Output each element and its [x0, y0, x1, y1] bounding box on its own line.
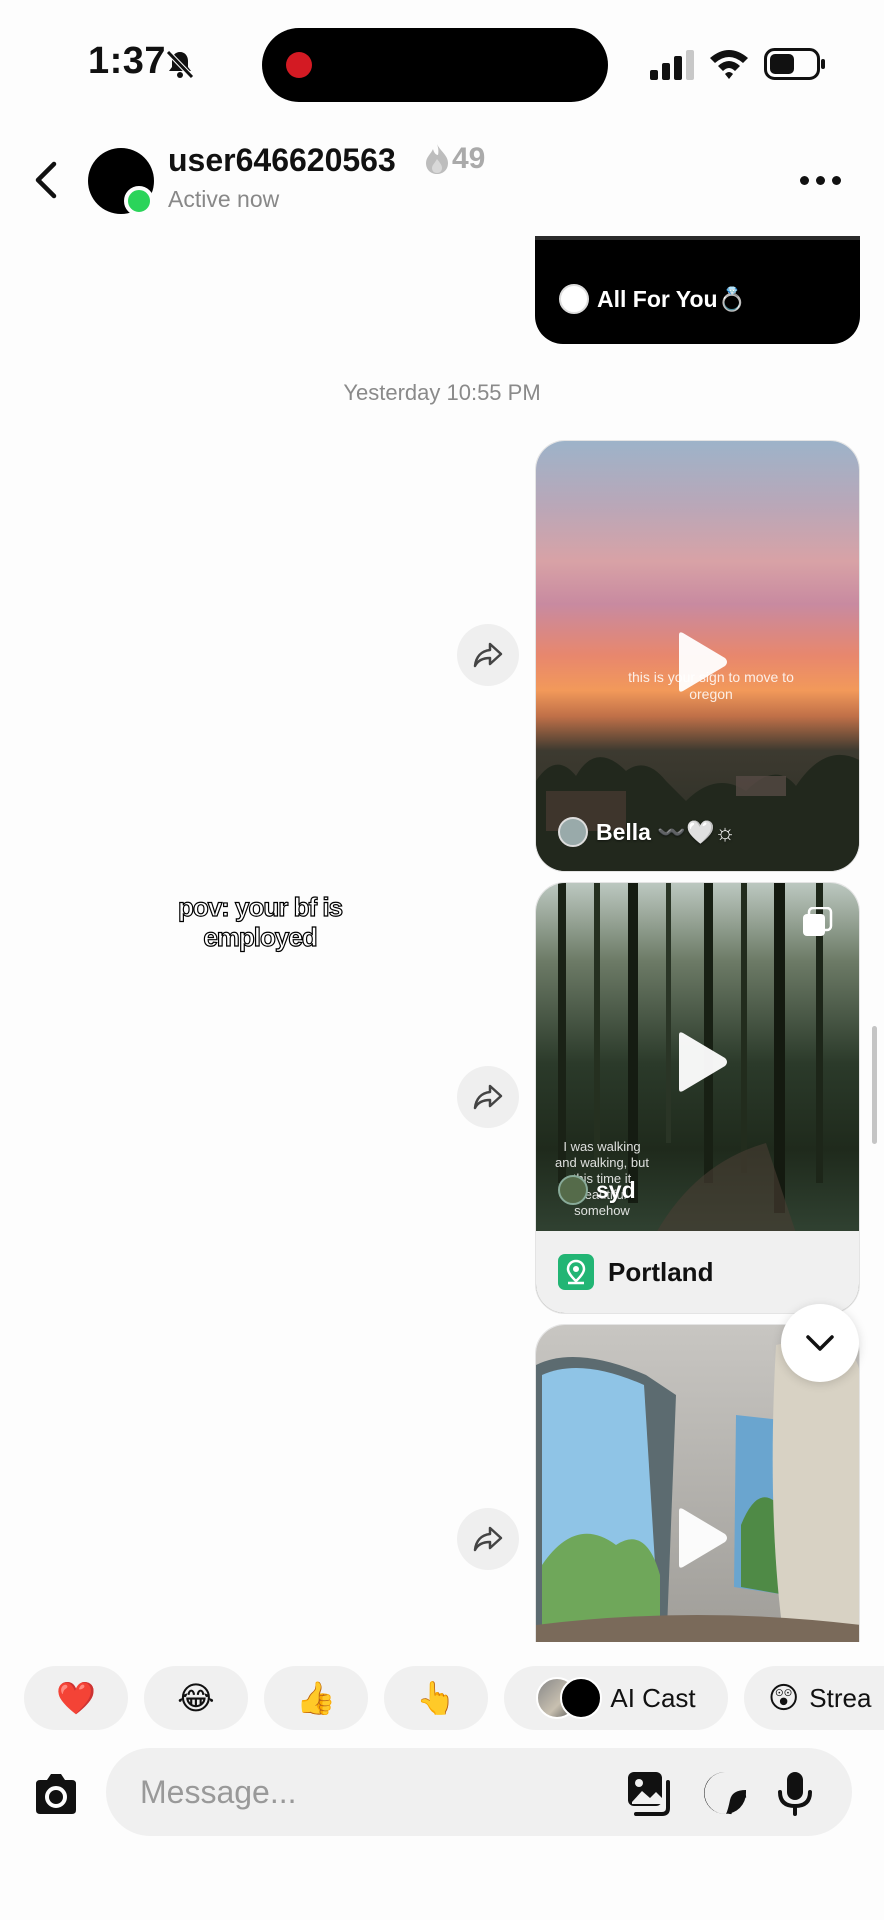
message-timestamp: Yesterday 10:55 PM	[343, 380, 541, 405]
shared-video-card[interactable]: All For You💍	[535, 236, 860, 344]
dynamic-island	[262, 28, 608, 102]
video-author: All For You💍	[559, 284, 746, 314]
reaction-laugh[interactable]: 😂	[144, 1666, 248, 1730]
sticker-text: pov: your bf is employed	[177, 891, 343, 952]
ai-cast-avatars	[536, 1677, 603, 1719]
battery-icon	[764, 48, 825, 80]
play-icon[interactable]	[673, 1031, 729, 1093]
back-arrow-icon[interactable]	[26, 158, 66, 202]
scrollbar[interactable]	[872, 1026, 877, 1144]
share-button[interactable]	[457, 1066, 519, 1128]
ai-cast-chip[interactable]: AI Cast	[504, 1666, 728, 1730]
camera-icon[interactable]	[32, 1770, 80, 1818]
author-avatar	[559, 284, 589, 314]
share-arrow-icon	[473, 1526, 503, 1552]
play-icon[interactable]	[673, 631, 729, 693]
bell-muted-icon	[166, 50, 194, 79]
cellular-signal-icon	[650, 50, 694, 80]
share-arrow-icon	[473, 642, 503, 668]
clock: 1:37	[88, 40, 167, 82]
message-composer	[0, 1748, 884, 1838]
video-author: syd	[558, 1175, 636, 1205]
flame-icon	[426, 144, 448, 174]
trees-silhouette	[536, 754, 859, 871]
contact-username[interactable]: user646620563	[168, 142, 396, 179]
quick-reactions-bar[interactable]: ❤️ 😂 👍 👆 AI Cast 😲 Strea	[0, 1666, 884, 1730]
author-avatar	[558, 817, 588, 847]
chat-header: user646620563 49 Active now	[0, 130, 884, 230]
author-name: syd	[596, 1176, 636, 1203]
share-arrow-icon	[473, 1084, 503, 1110]
video-author: Bella 〰️🤍☼	[558, 817, 736, 847]
shared-video-card[interactable]: I was walking and walking, but this time…	[535, 882, 860, 1314]
status-bar: 1:37	[0, 0, 884, 120]
sticker-icon[interactable]	[702, 1770, 748, 1816]
more-options-icon[interactable]	[800, 170, 850, 190]
chevron-down-icon	[806, 1335, 834, 1351]
message-input[interactable]	[140, 1770, 620, 1814]
shared-video-card[interactable]: this is your sign to move to oregon Bell…	[535, 440, 860, 872]
author-name: All For You💍	[597, 285, 747, 312]
scroll-to-bottom-button[interactable]	[781, 1304, 859, 1382]
reaction-thumbs-up[interactable]: 👍	[264, 1666, 368, 1730]
carousel-icon	[803, 907, 833, 936]
gallery-icon[interactable]	[626, 1770, 672, 1816]
author-avatar	[558, 1175, 588, 1205]
microphone-icon[interactable]	[772, 1770, 818, 1816]
play-icon[interactable]	[673, 1507, 729, 1569]
streak-count: 49	[452, 142, 486, 175]
streak-chip[interactable]: 😲 Strea	[744, 1666, 884, 1730]
recording-indicator	[286, 52, 312, 78]
streak-chip-label: Strea	[809, 1682, 872, 1713]
reaction-point-up[interactable]: 👆	[384, 1666, 488, 1730]
presence-status: Active now	[168, 186, 280, 212]
message-input-container[interactable]	[106, 1748, 852, 1836]
message-list[interactable]: All For You💍 Yesterday 10:55 PM this is …	[0, 236, 884, 1642]
ai-cast-label: AI Cast	[610, 1682, 696, 1713]
wifi-icon	[710, 50, 748, 79]
share-button[interactable]	[457, 1508, 519, 1570]
streak-emoji-icon: 😲	[768, 1681, 800, 1715]
reaction-heart[interactable]: ❤️	[24, 1666, 128, 1730]
share-button[interactable]	[457, 624, 519, 686]
location-pin-icon	[558, 1254, 594, 1290]
streak-badge: 49	[424, 142, 485, 176]
location-tag[interactable]: Portland	[536, 1231, 859, 1313]
online-indicator	[124, 186, 154, 216]
location-name: Portland	[608, 1256, 714, 1287]
author-name: Bella 〰️🤍☼	[596, 818, 736, 845]
